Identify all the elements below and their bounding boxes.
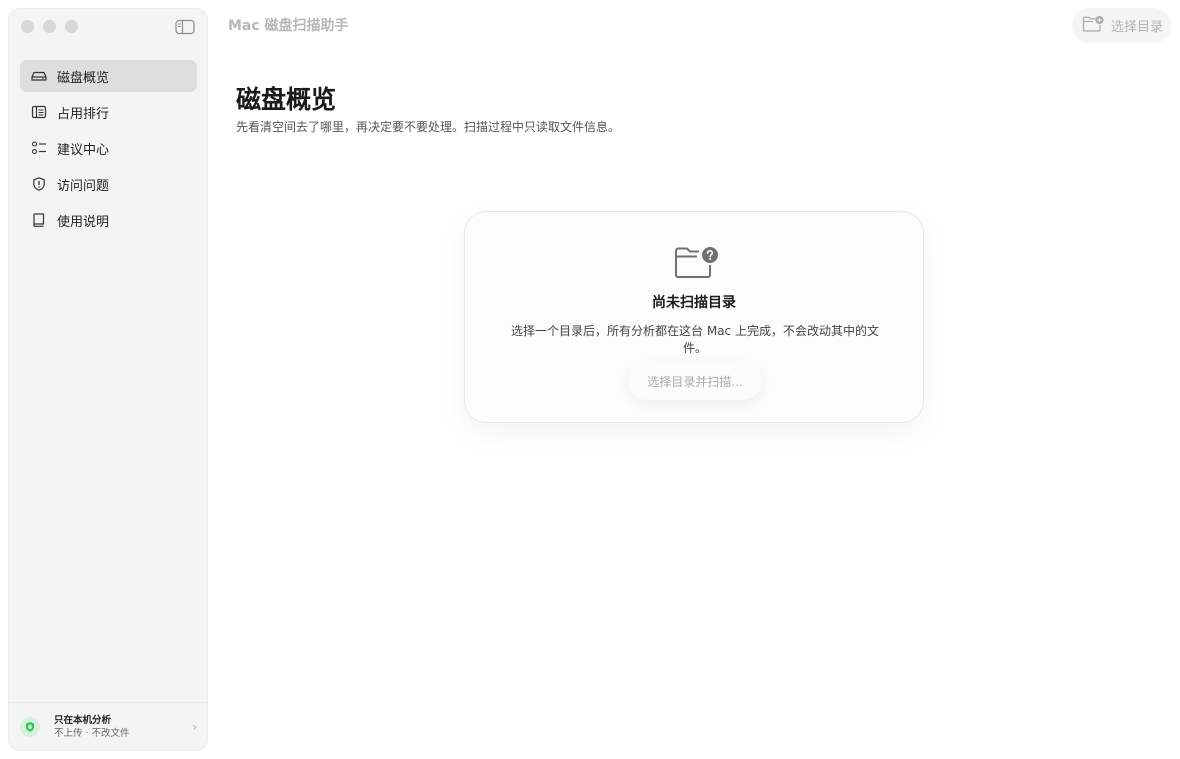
chevron-right-icon: › <box>192 720 197 734</box>
list-icon <box>31 104 47 120</box>
folder-add-icon <box>1082 15 1104 37</box>
sidebar-item-label: 磁盘概览 <box>57 70 110 86</box>
page-subtitle: 先看清空间去了哪里，再决定要不要处理。扫描过程中只读取文件信息。 <box>236 120 621 134</box>
folder-question-icon <box>673 245 721 285</box>
select-directory-button[interactable]: 选择目录 <box>1072 8 1171 43</box>
book-icon <box>31 212 47 228</box>
privacy-footer[interactable]: 只在本机分析 不上传 · 不改文件 › <box>9 702 207 750</box>
sidebar-item-ranking[interactable]: 占用排行 <box>20 96 197 128</box>
shield-alert-icon <box>31 176 47 192</box>
window-controls <box>21 20 78 33</box>
sidebar-item-suggestions[interactable]: 建议中心 <box>20 132 197 164</box>
empty-state-card: 尚未扫描目录 选择一个目录后，所有分析都在这台 Mac 上完成，不会改动其中的文… <box>464 211 924 423</box>
sidebar-item-overview[interactable]: 磁盘概览 <box>20 60 197 92</box>
page-title: 磁盘概览 <box>236 85 337 114</box>
empty-state-title: 尚未扫描目录 <box>652 295 736 311</box>
sidebar: 磁盘概览 占用排行 建议中心 访问问题 使用说明 只在本机分析 不上传 · 不改… <box>8 8 208 751</box>
privacy-subtitle: 不上传 · 不改文件 <box>54 727 130 739</box>
sidebar-item-label: 建议中心 <box>57 142 110 158</box>
minimize-window-button[interactable] <box>43 20 56 33</box>
sidebar-item-label: 占用排行 <box>57 106 110 122</box>
select-and-scan-button[interactable]: 选择目录并扫描... <box>628 362 762 400</box>
select-directory-label: 选择目录 <box>1111 20 1164 35</box>
checklist-icon <box>31 140 47 156</box>
drive-icon <box>31 68 47 84</box>
sidebar-item-label: 使用说明 <box>57 214 110 230</box>
sidebar-item-access-issues[interactable]: 访问问题 <box>20 168 197 200</box>
close-window-button[interactable] <box>21 20 34 33</box>
app-title: Mac 磁盘扫描助手 <box>228 18 349 34</box>
sidebar-nav: 磁盘概览 占用排行 建议中心 访问问题 使用说明 <box>20 60 197 240</box>
sidebar-toggle-icon[interactable] <box>175 19 195 35</box>
privacy-title: 只在本机分析 <box>54 714 112 726</box>
zoom-window-button[interactable] <box>65 20 78 33</box>
shield-check-icon <box>20 716 40 737</box>
sidebar-item-help[interactable]: 使用说明 <box>20 204 197 236</box>
empty-state-description: 选择一个目录后，所有分析都在这台 Mac 上完成，不会改动其中的文件。 <box>511 324 879 355</box>
sidebar-item-label: 访问问题 <box>57 178 110 194</box>
